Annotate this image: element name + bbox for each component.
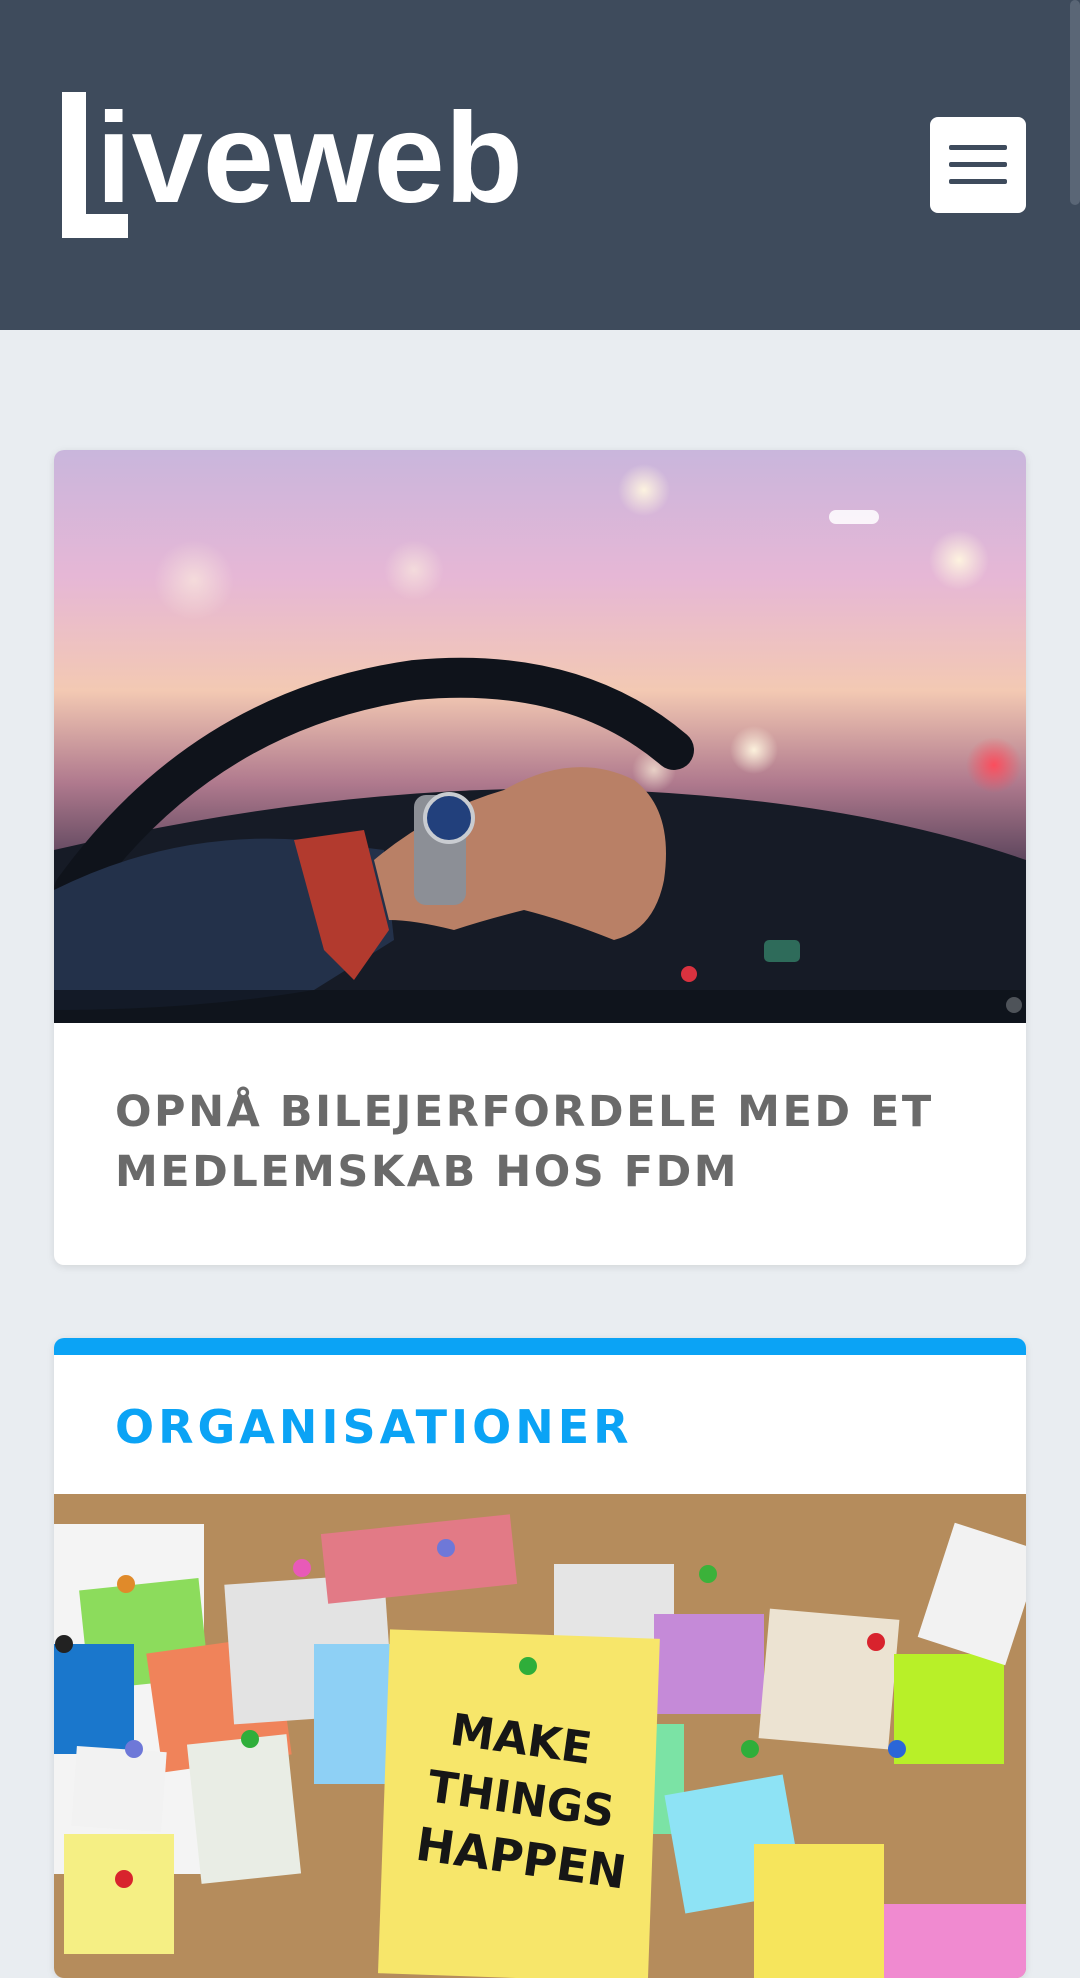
hamburger-menu-icon-bar	[949, 162, 1007, 167]
category-card: ORGANISATIONER MAKE THINGS HAPPEN	[54, 1338, 1026, 1978]
hamburger-menu-icon	[949, 145, 1007, 150]
car-steering-wheel-photo[interactable]	[54, 450, 1026, 1023]
site-header: iveweb	[0, 0, 1080, 330]
hamburger-menu-button[interactable]	[930, 117, 1026, 213]
post-title[interactable]: OPNÅ BILEJERFORDELE MED ET MEDLEMSKAB HO…	[115, 1082, 975, 1202]
post-card[interactable]: OPNÅ BILEJERFORDELE MED ET MEDLEMSKAB HO…	[54, 450, 1026, 1265]
pinboard-sticky-notes-photo[interactable]: MAKE THINGS HAPPEN	[54, 1494, 1026, 1978]
category-accent-bar	[54, 1338, 1026, 1355]
category-title[interactable]: ORGANISATIONER	[115, 1400, 633, 1454]
logo-text: iveweb	[96, 88, 523, 230]
scrollbar-thumb[interactable]	[1070, 0, 1080, 205]
hamburger-menu-icon-bar	[949, 179, 1007, 184]
liveweb-logo[interactable]: iveweb	[62, 88, 542, 238]
